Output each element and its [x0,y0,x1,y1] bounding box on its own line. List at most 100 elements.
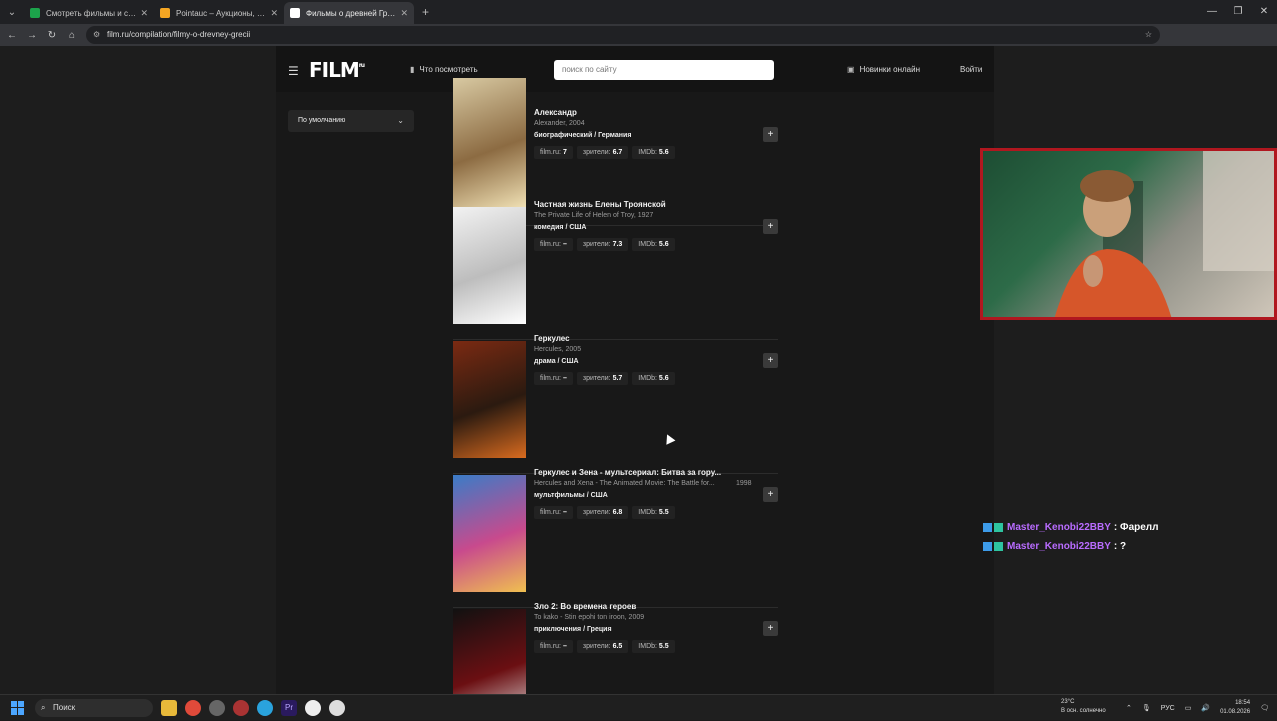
chat-text: : Фарелл [1113,522,1159,533]
close-window-icon[interactable]: ✕ [1251,0,1277,24]
film-title[interactable]: Геркулес [534,334,570,343]
rating-imdb: IMDb: 5.5 [632,506,675,519]
add-to-list-button[interactable]: + [763,487,778,502]
logo-text: FILM [309,58,360,82]
volume-icon[interactable]: 🔊 [1201,704,1210,712]
app-icon[interactable] [209,699,225,716]
chevron-up-icon[interactable]: ⌃ [1126,704,1132,712]
add-to-list-button[interactable]: + [763,127,778,142]
system-tray: ⌃ 🎙 РУС ▭ 🔊 18:54 01.08.2026 🗨 [1116,695,1269,721]
add-to-list-button[interactable]: + [763,353,778,368]
rating-imdb: IMDb: 5.6 [632,372,675,385]
film-poster[interactable] [453,341,526,458]
rating-imdb: IMDb: 5.6 [632,146,675,159]
film-title[interactable]: Зло 2: Во времена героев [534,602,636,611]
minimize-icon[interactable]: — [1199,0,1225,24]
film-ratings: film.ru: – зрители: 6.5 IMDb: 5.5 [534,640,679,653]
home-icon[interactable]: ⌂ [62,30,82,41]
app-icon[interactable] [233,699,249,716]
rating-label: IMDb: [638,149,657,156]
network-icon[interactable]: ▭ [1185,704,1192,712]
tab-2[interactable]: Pointauc – Аукционы, лотереи ✕ [154,2,284,24]
new-online-link[interactable]: ▣ Новинки онлайн [847,65,920,74]
forward-icon[interactable]: → [22,30,42,41]
back-icon[interactable]: ← [2,30,22,41]
file-explorer-icon[interactable] [161,699,177,716]
film-original-title: Hercules and Xena - The Animated Movie: … [534,480,715,487]
url-text: film.ru/compilation/filmy-o-drevney-grec… [107,30,251,39]
film-poster[interactable] [453,475,526,592]
rating-label: film.ru: [540,643,561,650]
sort-dropdown[interactable]: По умолчанию ⌄ [288,110,414,132]
film-title[interactable]: Геркулес и Зена - мультсериал: Битва за … [534,468,721,477]
windows-start-icon[interactable] [11,700,25,715]
site-logo[interactable]: FILMru [309,58,365,82]
webcam-overlay [980,148,1277,320]
rating-value: – [562,241,567,248]
rating-imdb: IMDb: 5.6 [632,238,675,251]
notifications-icon[interactable]: 🗨 [1260,704,1269,712]
rating-label: film.ru: [540,149,561,156]
film-item[interactable]: Зло 2: Во времена героев To kako - Stin e… [453,602,778,694]
rating-value: – [562,509,567,516]
rating-label: зрители: [582,241,611,248]
film-title[interactable]: Александр [534,108,577,117]
logo-sup: ru [358,62,365,70]
tab-3-active[interactable]: Фильмы о древней Греции ✕ [284,2,414,24]
film-item[interactable]: Геркулес и Зена - мультсериал: Битва за … [453,468,778,608]
window-controls: — ❐ ✕ [1199,0,1277,24]
url-input[interactable]: ⚙ film.ru/compilation/filmy-o-drevney-gr… [86,26,1160,44]
taskbar-search-input[interactable]: ⌕ Поиск [35,698,153,717]
film-item[interactable]: Геркулес Hercules, 2005 драма / США film.ru… [453,334,778,474]
premiere-icon[interactable]: Pr [281,699,297,716]
weather-widget[interactable]: 23°C В осн. солнечно [1045,698,1106,716]
rating-value: 5.5 [658,643,669,650]
tab-bar: ⌄ Смотреть фильмы и сериалы ✕ Pointauc –… [0,0,1277,24]
film-poster[interactable] [453,609,526,694]
rating-imdb: IMDb: 5.5 [632,640,675,653]
film-poster[interactable] [453,207,526,324]
add-to-list-button[interactable]: + [763,621,778,636]
rating-filmru: film.ru: – [534,506,573,519]
site-info-icon[interactable]: ⚙ [93,26,100,44]
film-ratings: film.ru: – зрители: 5.7 IMDb: 5.6 [534,372,679,385]
bookmark-star-icon[interactable]: ☆ [1145,26,1152,44]
hamburger-menu-icon[interactable]: ☰ [288,64,299,78]
chrome-icon[interactable] [185,699,201,716]
microphone-icon[interactable]: 🎙 [1142,704,1151,712]
search-input[interactable]: поиск по сайту [554,60,774,80]
web-page: ☰ FILMru ▮ Что посмотреть поиск по сайту… [0,46,1277,694]
chat-message: Master_Kenobi22BBY : Фарелл [983,522,1159,533]
film-title[interactable]: Частная жизнь Елены Троянской [534,200,666,209]
obs-icon[interactable] [329,699,345,716]
tab-title: Pointauc – Аукционы, лотереи [176,8,266,18]
close-icon[interactable]: ✕ [140,8,148,19]
obs-icon[interactable] [305,699,321,716]
what-to-watch-link[interactable]: ▮ Что посмотреть [410,65,478,74]
new-tab-button[interactable]: + [422,5,429,19]
tab-favicon-icon [290,8,300,18]
chat-username: Master_Kenobi22BBY [1007,541,1111,552]
film-ratings: film.ru: – зрители: 6.8 IMDb: 5.5 [534,506,679,519]
tab-list-chevron-icon[interactable]: ⌄ [0,7,24,18]
close-icon[interactable]: ✕ [270,8,278,19]
rating-label: IMDb: [638,643,657,650]
login-link[interactable]: Войти [960,65,982,74]
clock[interactable]: 18:54 01.08.2026 [1220,699,1250,717]
reload-icon[interactable]: ↻ [42,30,62,41]
film-item[interactable]: Частная жизнь Елены Троянской The Private… [453,200,778,340]
film-original-title: Alexander, 2004 [534,120,585,127]
maximize-icon[interactable]: ❐ [1225,0,1251,24]
rating-value: 7.3 [612,241,623,248]
rating-filmru: film.ru: – [534,372,573,385]
rating-label: зрители: [582,643,611,650]
film-poster[interactable] [453,78,526,209]
weather-temp: 23°C [1061,699,1075,705]
rating-label: film.ru: [540,509,561,516]
tab-1[interactable]: Смотреть фильмы и сериалы ✕ [24,2,154,24]
telegram-icon[interactable] [257,699,273,716]
close-icon[interactable]: ✕ [400,8,408,19]
language-indicator[interactable]: РУС [1161,705,1175,712]
film-genre: драма / США [534,358,579,365]
add-to-list-button[interactable]: + [763,219,778,234]
